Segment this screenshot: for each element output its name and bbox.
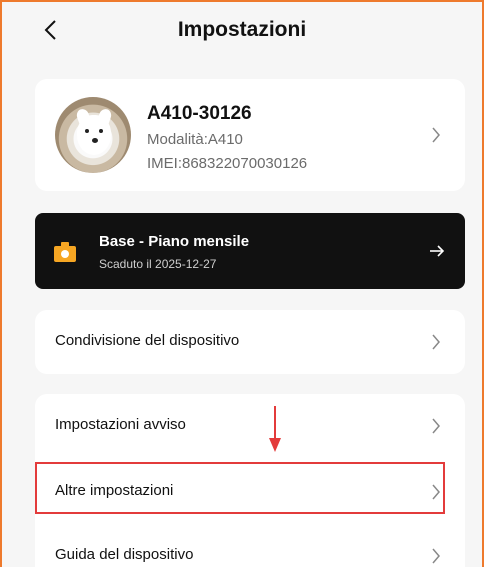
down-arrow-icon bbox=[269, 406, 281, 452]
chevron-right-icon bbox=[429, 416, 443, 436]
chevron-right-icon bbox=[429, 332, 443, 352]
device-sharing-row[interactable]: Condivisione del dispositivo bbox=[35, 310, 465, 374]
device-name: A410-30126 bbox=[147, 103, 252, 124]
camera-icon bbox=[54, 242, 76, 262]
device-card[interactable]: A410-30126 Modalità:A410 IMEI:8683220700… bbox=[35, 79, 465, 191]
device-guide-label: Guida del dispositivo bbox=[55, 546, 194, 563]
dog-nose bbox=[92, 138, 98, 143]
avatar bbox=[55, 97, 131, 173]
dog-eye-left bbox=[85, 129, 89, 133]
alert-settings-row[interactable]: Impostazioni avviso bbox=[35, 394, 465, 456]
other-settings-label: Altre impostazioni bbox=[55, 482, 174, 499]
chevron-right-icon bbox=[429, 125, 443, 145]
dog-face bbox=[77, 115, 111, 155]
header: Impostazioni bbox=[2, 2, 482, 60]
dog-eye-right bbox=[99, 129, 103, 133]
chevron-right-icon bbox=[429, 546, 443, 566]
page-title: Impostazioni bbox=[177, 18, 307, 41]
plan-card[interactable]: Base - Piano mensile Scaduto il 2025-12-… bbox=[35, 213, 465, 289]
alert-settings-label: Impostazioni avviso bbox=[55, 416, 186, 433]
device-imei: IMEI:868322070030126 bbox=[147, 155, 308, 172]
plan-title: Base - Piano mensile bbox=[99, 233, 250, 250]
plan-expiry: Scaduto il 2025-12-27 bbox=[99, 257, 217, 271]
device-mode: Modalità:A410 bbox=[147, 131, 243, 148]
device-sharing-label: Condivisione del dispositivo bbox=[55, 332, 240, 349]
settings-list: Impostazioni avviso Altre impostazioni G… bbox=[35, 394, 465, 567]
arrow-right-icon bbox=[430, 245, 445, 257]
app-frame: Impostazioni A410-30126 Modalità:A410 IM… bbox=[0, 0, 484, 567]
chevron-right-icon bbox=[429, 482, 443, 502]
device-guide-row[interactable]: Guida del dispositivo bbox=[35, 524, 465, 567]
other-settings-row[interactable]: Altre impostazioni bbox=[35, 460, 465, 522]
